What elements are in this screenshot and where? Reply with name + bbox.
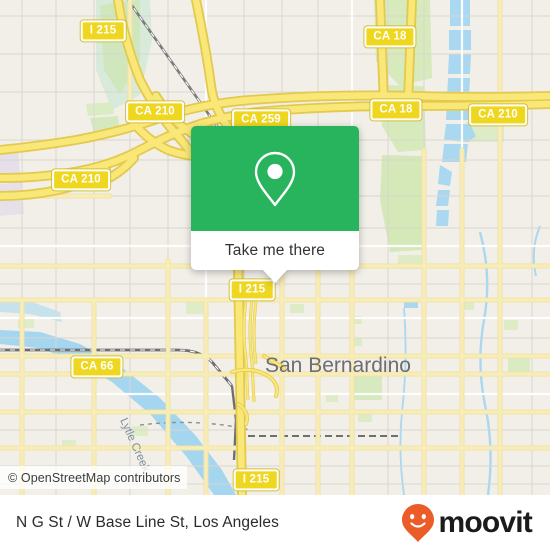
- highway-shield-label: CA 210: [478, 108, 518, 121]
- highway-shield: CA 18: [370, 99, 422, 121]
- moovit-wordmark: moovit: [438, 505, 532, 539]
- highway-shield: CA 210: [52, 169, 110, 191]
- highway-shield-label: CA 210: [61, 173, 101, 186]
- highway-shield: CA 18: [364, 26, 416, 48]
- highway-shield: I 215: [233, 469, 279, 491]
- highway-shield-label: CA 18: [373, 30, 407, 43]
- take-me-there-label: Take me there: [224, 241, 326, 259]
- osm-attribution: © OpenStreetMap contributors: [0, 466, 187, 489]
- highway-shield-label: I 215: [242, 473, 270, 486]
- moovit-brand: moovit: [401, 503, 533, 543]
- moovit-smiley-pin-icon: [402, 503, 435, 542]
- highway-shield: I 215: [80, 20, 126, 42]
- highway-shield: CA 210: [469, 104, 527, 126]
- highway-shield-label: CA 18: [379, 103, 413, 116]
- highway-shield-label: I 215: [89, 24, 117, 37]
- highway-shield-label: CA 259: [241, 113, 281, 126]
- take-me-there-button[interactable]: Take me there: [191, 231, 359, 270]
- location-pin-icon: [254, 151, 296, 206]
- highway-shield-label: CA 66: [80, 360, 114, 373]
- highway-shield-label: I 215: [238, 283, 266, 296]
- highway-shield-label: CA 210: [135, 105, 175, 118]
- footer-bar: N G St / W Base Line St, Los Angeles moo…: [0, 495, 550, 550]
- place-popup-card[interactable]: Take me there: [191, 126, 359, 283]
- highway-shield: CA 66: [71, 356, 123, 378]
- attribution-text: © OpenStreetMap contributors: [8, 470, 181, 485]
- popup-header: [191, 126, 359, 231]
- location-title: N G St / W Base Line St, Los Angeles: [16, 513, 279, 531]
- highway-shield: CA 210: [126, 101, 184, 123]
- map-screenshot: San Bernardino Lytle Creek I 215 CA 18 CA …: [0, 0, 550, 550]
- popup-pointer-tail: [262, 269, 288, 283]
